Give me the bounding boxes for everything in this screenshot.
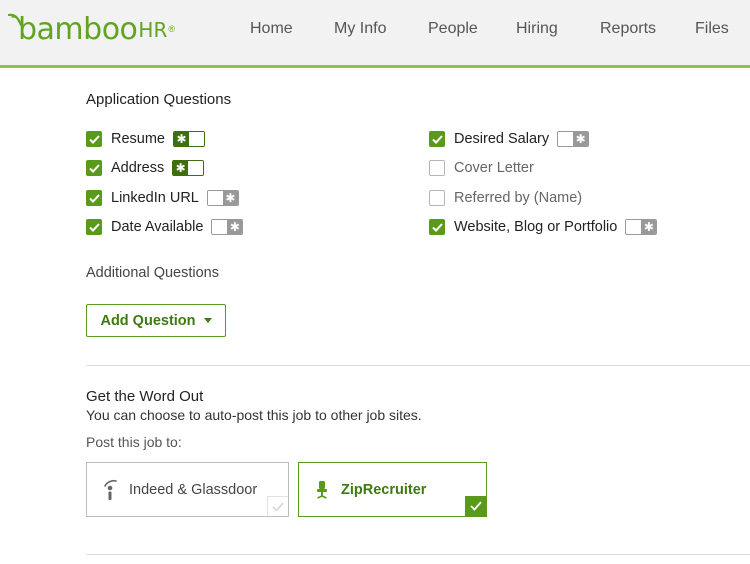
logo-hr: HR [138,18,168,42]
logo-wordmark: bamboo [18,12,138,47]
ziprecruiter-chair-icon [317,480,327,499]
bottom-divider [86,554,750,555]
address-required-toggle[interactable]: ✱ [172,160,205,176]
question-linkedin-url: LinkedIn URL ✱ [86,188,239,208]
question-date-available: Date Available ✱ [86,217,244,237]
cover-letter-label: Cover Letter [454,160,534,176]
top-header: bamboo HR ® Home My Info People Hiring R… [0,0,750,68]
cover-letter-checkbox[interactable] [429,160,445,176]
desired-salary-required-toggle[interactable]: ✱ [557,131,590,147]
job-site-indeed-glassdoor[interactable]: Indeed & Glassdoor [86,462,289,517]
referred-by-checkbox[interactable] [429,190,445,206]
date-available-label: Date Available [111,219,204,235]
nav-people[interactable]: People [428,20,478,38]
check-icon [88,193,100,203]
resume-label: Resume [111,131,165,147]
indeed-glassdoor-label: Indeed & Glassdoor [129,481,258,498]
desired-salary-label: Desired Salary [454,131,550,147]
check-icon [272,501,284,512]
question-referred-by: Referred by (Name) [429,188,582,208]
word-out-description: You can choose to auto-post this job to … [86,407,422,423]
bamboo-leaf-icon [8,13,23,27]
add-question-button[interactable]: Add Question [86,304,226,337]
nav-files[interactable]: Files [695,20,729,38]
check-icon [88,134,100,144]
job-site-ziprecruiter[interactable]: ZipRecruiter [298,462,487,517]
bamboohr-logo[interactable]: bamboo HR ® [8,12,175,48]
check-icon [88,222,100,232]
resume-required-toggle[interactable]: ✱ [173,131,205,147]
check-icon [431,134,443,144]
asterisk-icon: ✱ [641,220,657,234]
nav-my-info[interactable]: My Info [334,20,386,38]
asterisk-icon: ✱ [573,132,589,146]
check-icon [431,222,443,232]
date-available-required-toggle[interactable]: ✱ [211,219,244,235]
check-icon [88,163,100,173]
additional-questions-title: Additional Questions [86,265,219,281]
indeed-icon [104,479,117,500]
asterisk-icon: ✱ [174,132,189,146]
asterisk-icon: ✱ [173,161,189,175]
nav-reports[interactable]: Reports [600,20,656,38]
referred-by-label: Referred by (Name) [454,190,583,206]
question-address: Address ✱ [86,158,205,178]
add-question-label: Add Question [100,312,196,329]
application-questions-title: Application Questions [86,91,232,108]
asterisk-icon: ✱ [222,191,238,205]
check-icon [469,501,482,511]
ziprecruiter-label: ZipRecruiter [341,481,427,498]
desired-salary-checkbox[interactable] [429,131,445,147]
linkedin-url-checkbox[interactable] [86,190,102,206]
website-blog-portfolio-label: Website, Blog or Portfolio [454,219,618,235]
section-divider [86,365,750,366]
asterisk-icon: ✱ [227,220,243,234]
logo-registered-mark: ® [168,24,175,34]
nav-home[interactable]: Home [250,20,293,38]
question-cover-letter: Cover Letter [429,158,534,178]
website-blog-portfolio-required-toggle[interactable]: ✱ [625,219,658,235]
nav-hiring[interactable]: Hiring [516,20,558,38]
ziprecruiter-selected-check [465,496,486,516]
address-checkbox[interactable] [86,160,102,176]
word-out-title: Get the Word Out [86,388,204,405]
question-website-blog-portfolio: Website, Blog or Portfolio ✱ [429,217,658,237]
resume-checkbox[interactable] [86,131,102,147]
linkedin-url-required-toggle[interactable]: ✱ [206,190,239,206]
indeed-unselected-check [267,496,288,516]
address-label: Address [111,160,165,176]
linkedin-url-label: LinkedIn URL [111,190,199,206]
date-available-checkbox[interactable] [86,219,102,235]
post-job-label: Post this job to: [86,434,182,450]
caret-down-icon [203,318,212,323]
question-resume: Resume ✱ [86,129,205,149]
website-blog-portfolio-checkbox[interactable] [429,219,445,235]
question-desired-salary: Desired Salary ✱ [429,129,590,149]
